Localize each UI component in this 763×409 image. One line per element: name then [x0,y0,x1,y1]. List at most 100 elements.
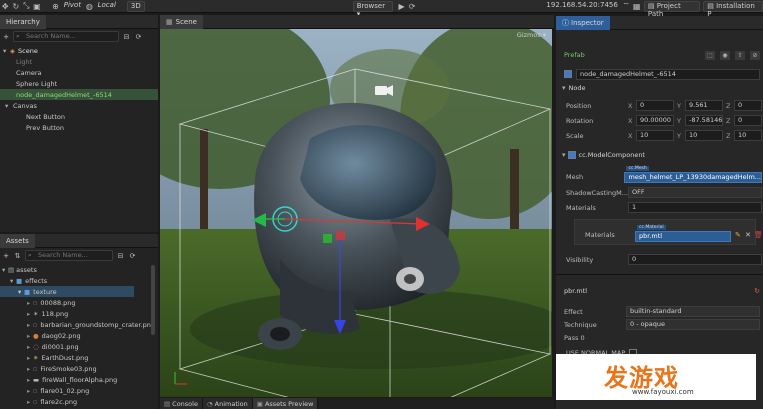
scale-y-field[interactable]: 10 [685,130,723,141]
bottom-tab-bar: ▤ Console ◔ Animation ▣ Assets Preview [160,398,554,409]
watermark-logo: 发游戏 www.fayouxi.com [556,354,756,400]
add-asset-icon[interactable]: + [2,252,10,260]
tree-item-scene[interactable]: ▾ ◈ Scene [0,45,158,56]
expand-arrow-icon[interactable]: ▾ [562,84,566,92]
visibility-label: Visibility [566,255,594,264]
prefab-revert-icon[interactable]: ◉ [720,50,730,60]
tab-inspector[interactable]: ⓘ Inspector [556,15,610,30]
asset-file[interactable]: ▸ ✶ 118.png [0,308,158,319]
local-toggle[interactable]: Local [95,1,119,12]
expand-arrow-icon[interactable]: ▾ [3,47,10,55]
delete-icon[interactable]: 🗑 [754,231,763,239]
collapse-all-icon[interactable]: ⊟ [122,33,131,41]
asset-file[interactable]: ▸ ▬ fireWall_floorAlpha.png [0,374,158,385]
expand-arrow-icon[interactable]: ▾ [5,102,13,110]
pass-label: Pass 0 [564,334,585,342]
prefab-unlink-icon[interactable]: ⊘ [750,50,760,60]
assets-panel: Assets + ⇅ ⌕ Search Name... ⊟ ⟳ ▾ ▤ asse… [0,233,158,409]
tree-item-camera[interactable]: Camera [0,67,158,78]
model-component-header[interactable]: ▾ cc.ModelComponent [562,150,758,160]
rotation-y-field[interactable]: -87.58146 [685,115,723,126]
asset-file[interactable]: ▸ ✷ EarthDust.png [0,352,158,363]
tree-item-canvas[interactable]: ▾ Canvas [0,100,158,111]
asset-file[interactable]: ▸ ▫ 00088.png [0,297,158,308]
hierarchy-toolbar: + ⌕ Search Name... ⊟ ⟳ [0,29,158,44]
node-section-header[interactable]: ▾ Node [562,84,585,92]
tab-hierarchy[interactable]: Hierarchy [0,14,46,29]
position-label: Position [566,101,592,110]
assets-scrollbar[interactable] [151,265,155,335]
asset-folder-texture[interactable]: ▾ ■ texture [0,286,134,297]
refresh-assets-icon[interactable]: ⟳ [128,252,137,260]
asset-file[interactable]: ▸ ▫ FireSmoke03.png [0,363,158,374]
prefab-apply-icon[interactable]: ⇧ [735,50,745,60]
scale-z-field[interactable]: 10 [734,130,762,141]
refresh-icon[interactable]: ⟳ [407,1,418,12]
mesh-field[interactable]: mesh_helmet_LP_13930damagedHelm... [624,171,762,183]
asset-folder-assets[interactable]: ▾ ▤ assets [0,264,158,275]
asset-file[interactable]: ▸ ▫ flare01_02.png [0,385,158,396]
watermark-url: www.fayouxi.com [632,388,694,396]
material-field[interactable]: pbr.mtl [635,231,731,242]
tab-animation[interactable]: ◔ Animation [202,398,253,409]
tree-item-sphere-light[interactable]: Sphere Light [0,78,158,89]
tab-assets-preview[interactable]: ▣ Assets Preview [252,398,319,409]
refresh-hierarchy-icon[interactable]: ⟳ [134,33,143,41]
rect-tool-icon[interactable]: ▣ [32,1,43,12]
clear-icon[interactable]: ✕ [745,231,751,239]
node-name-field[interactable]: node_damagedHelmet_-6514 [576,68,760,80]
tree-item-next-button[interactable]: Next Button [0,111,158,122]
image-icon: ▫ [33,298,38,307]
position-x-field[interactable]: 0 [636,100,674,111]
gizmos-dropdown[interactable]: Gizmos ▾ [517,31,546,39]
asset-file[interactable]: ▸ ▫ barbarian_groundstomp_crater.png [0,319,158,330]
asset-folder-effects[interactable]: ▾ ■ effects [0,275,158,286]
node-active-checkbox[interactable] [564,70,572,78]
component-enabled-checkbox[interactable] [567,151,576,159]
sort-icon[interactable]: ⇅ [13,252,22,260]
scene-viewport[interactable]: Gizmos ▾ [160,29,552,397]
tab-assets[interactable]: Assets [0,233,35,248]
tab-console[interactable]: ▤ Console [160,398,203,409]
prefab-select-icon[interactable]: ⬚ [705,50,715,60]
tree-item-helmet[interactable]: node_damagedHelmet_-6514 [0,89,158,100]
play-icon[interactable]: ▶ [396,1,407,12]
project-path-button[interactable]: ▤ Project Path [643,0,701,18]
scale-x-field[interactable]: 10 [636,130,674,141]
rotate-tool-icon[interactable]: ↻ [11,1,22,12]
installation-path-button[interactable]: ▤ Installation P [703,0,763,18]
shadow-casting-select[interactable]: OFF [628,187,762,198]
expand-arrow-icon[interactable]: ▾ [562,151,566,159]
asset-file[interactable]: ▸ ● daog02.png [0,330,158,341]
3d-toggle-button[interactable]: 3D [126,0,145,12]
collapse-all-icon[interactable]: ⊟ [116,252,125,260]
scale-tool-icon[interactable]: ⤡ [21,1,32,12]
assets-search-input[interactable]: ⌕ Search Name... [25,250,113,261]
pivot-toggle[interactable]: Pivot [61,1,84,12]
tree-item-light[interactable]: Light [0,56,158,67]
materials-count-field[interactable]: 1 [628,202,762,213]
visibility-field[interactable]: 0 [628,254,762,265]
asset-file[interactable]: ▸ ◌ di0001.png [0,341,158,352]
pivot-icon[interactable]: ⊕ [50,1,61,12]
move-tool-icon[interactable]: ✥ [0,1,11,12]
refresh-material-icon[interactable]: ↻ [754,287,760,295]
technique-select[interactable]: 0 - opaque [626,319,760,330]
asset-file[interactable]: ▸ ▫ flare2c.png [0,396,158,407]
rotation-x-field[interactable]: 90.00000 [636,115,674,126]
position-z-field[interactable]: 0 [734,100,762,111]
hierarchy-search-input[interactable]: ⌕ Search Name... [13,31,119,42]
tab-scene[interactable]: ▦ Scene [160,15,203,29]
effect-select[interactable]: builtin-standard [626,306,760,317]
mesh-type-tag: cc.Mesh [626,165,649,171]
qr-code-icon[interactable]: ▦ [631,1,642,12]
inspector-header: ⓘ Inspector [556,15,763,30]
add-node-icon[interactable]: + [2,33,10,41]
rotation-z-field[interactable]: 0 [734,115,762,126]
globe-icon[interactable]: ◍ [84,1,95,12]
materials-subpanel: Materials cc.Material pbr.mtl ✎ ✕ [574,219,756,245]
browser-dropdown[interactable]: Browser ▾ [352,0,394,18]
tree-item-prev-button[interactable]: Prev Button [0,122,158,133]
position-y-field[interactable]: 9.561 [685,100,723,111]
edit-icon[interactable]: ✎ [735,231,741,239]
